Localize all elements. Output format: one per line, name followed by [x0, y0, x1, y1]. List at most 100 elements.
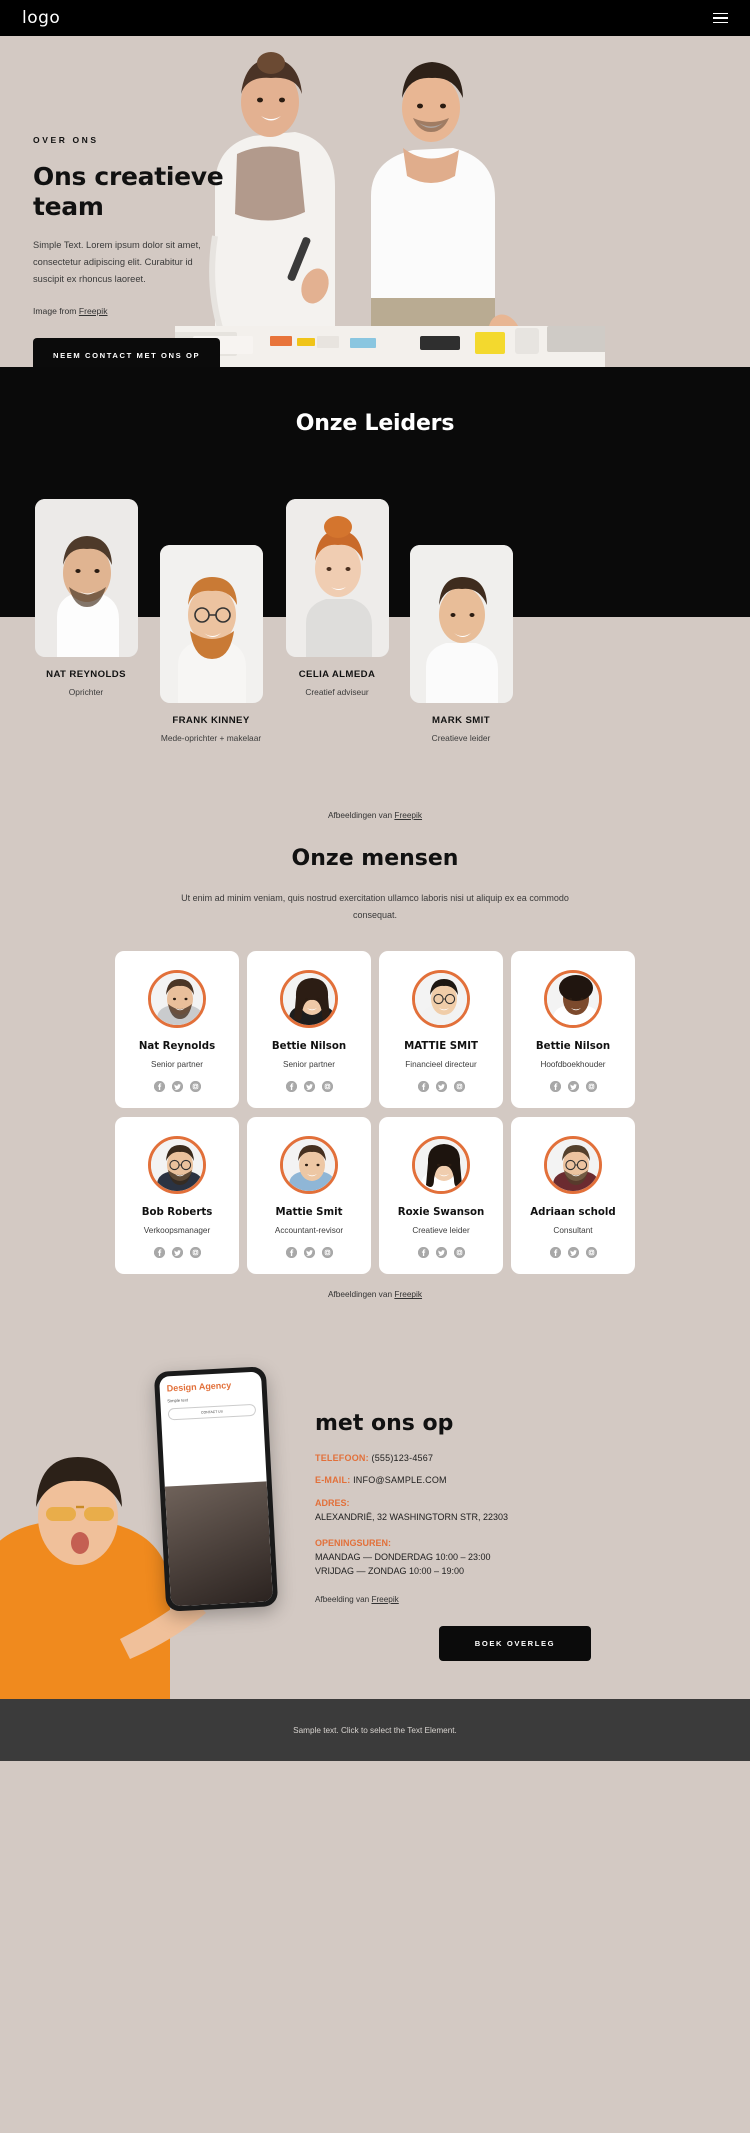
twitter-icon[interactable] — [567, 1247, 579, 1259]
person-card[interactable]: Mattie Smit Accountant-revisor — [247, 1117, 371, 1275]
footer-text[interactable]: Sample text. Click to select the Text El… — [293, 1726, 457, 1735]
instagram-icon[interactable] — [189, 1247, 201, 1259]
contact-copy: met ons op TELEFOON: (555)123-4567 E-MAI… — [315, 1411, 715, 1661]
instagram-icon[interactable] — [453, 1247, 465, 1259]
leaders-credit-link[interactable]: Freepik — [394, 810, 422, 820]
contact-email-value: INFO@SAMPLE.COM — [353, 1475, 447, 1486]
person-avatar — [280, 970, 338, 1029]
leaders-credit-prefix: Afbeeldingen van — [327, 810, 395, 820]
people-credit-link[interactable]: Freepik — [394, 1289, 422, 1299]
hero-copy: OVER ONS Ons creatieve team Simple Text.… — [33, 135, 293, 367]
contact-hours-line-1: MAANDAG — DONDERDAG 10:00 – 23:00 — [315, 1552, 491, 1563]
person-card[interactable]: Bob Roberts Verkoopsmanager — [115, 1117, 239, 1275]
hero-section: OVER ONS Ons creatieve team Simple Text.… — [0, 36, 750, 367]
person-card[interactable]: Bettie Nilson Hoofdboekhouder — [511, 951, 635, 1109]
leader-photo — [409, 545, 513, 703]
person-name: Roxie Swanson — [397, 1207, 485, 1219]
people-title: Onze mensen — [291, 846, 459, 871]
person-avatar — [148, 970, 206, 1029]
people-image-credit: Afbeeldingen van Freepik — [0, 1283, 750, 1299]
twitter-icon[interactable] — [303, 1081, 315, 1093]
facebook-icon[interactable] — [417, 1081, 429, 1093]
hamburger-menu-icon[interactable] — [713, 12, 728, 24]
contact-address-row: ADRES: ALEXANDRIË, 32 WASHINGTORN STR, 2… — [315, 1497, 715, 1525]
person-card[interactable]: Bettie Nilson Senior partner — [247, 951, 371, 1109]
facebook-icon[interactable] — [549, 1081, 561, 1093]
contact-phone-row: TELEFOON: (555)123-4567 — [315, 1453, 715, 1463]
leaders-title: Onze Leiders — [295, 411, 455, 436]
person-name: Mattie Smit — [275, 1207, 343, 1219]
person-card[interactable]: Roxie Swanson Creatieve leider — [379, 1117, 503, 1275]
phone-header: Design Agency Simple text CONTACT US — [159, 1372, 263, 1421]
twitter-icon[interactable] — [171, 1247, 183, 1259]
book-meeting-button[interactable]: BOEK OVERLEG — [439, 1625, 591, 1661]
person-role: Consultant — [553, 1226, 593, 1236]
hero-eyebrow: OVER ONS — [33, 135, 99, 145]
person-avatar — [544, 970, 602, 1029]
facebook-icon[interactable] — [153, 1247, 165, 1259]
person-name: Nat Reynolds — [138, 1041, 216, 1053]
people-credit-prefix: Afbeeldingen van — [327, 1289, 395, 1300]
person-name: Bettie Nilson — [535, 1041, 611, 1053]
leader-photo — [285, 499, 389, 657]
phone-cta-button[interactable]: CONTACT US — [167, 1403, 257, 1421]
person-avatar — [544, 1136, 602, 1195]
person-socials — [123, 1247, 231, 1259]
people-section: Onze mensen Ut enim ad minim veniam, qui… — [0, 802, 750, 1340]
twitter-icon[interactable] — [435, 1247, 447, 1259]
people-grid-row-2: Bob Roberts Verkoopsmanager Mattie Smit … — [0, 1117, 750, 1275]
leader-role: Creatieve leider — [431, 733, 491, 743]
contact-credit-prefix: Afbeelding van — [315, 1594, 372, 1604]
twitter-icon[interactable] — [303, 1247, 315, 1259]
person-name: Bob Roberts — [141, 1207, 213, 1219]
twitter-icon[interactable] — [435, 1081, 447, 1093]
instagram-icon[interactable] — [585, 1081, 597, 1093]
contact-hours-label: OPENINGSUREN: — [315, 1538, 392, 1549]
hero-credit-link[interactable]: Freepik — [79, 306, 108, 316]
twitter-icon[interactable] — [171, 1081, 183, 1093]
contact-address-value: ALEXANDRIË, 32 WASHINGTORN STR, 22303 — [315, 1512, 509, 1523]
person-role: Hoofdboekhouder — [540, 1060, 606, 1070]
person-card[interactable]: Nat Reynolds Senior partner — [115, 951, 239, 1109]
person-role: Verkoopsmanager — [143, 1226, 211, 1236]
phone-screen: Design Agency Simple text CONTACT US — [159, 1371, 273, 1607]
person-avatar — [280, 1136, 338, 1195]
hero-paragraph: Simple Text. Lorem ipsum dolor sit amet,… — [33, 240, 201, 285]
facebook-icon[interactable] — [417, 1247, 429, 1259]
person-name: Adriaan schold — [530, 1207, 616, 1219]
landing-page: logo OVER ONS Ons creatieve team Simple … — [0, 0, 750, 1762]
person-card[interactable]: MATTIE SMIT Financieel directeur — [379, 951, 503, 1109]
twitter-icon[interactable] — [567, 1081, 579, 1093]
contact-cta-button[interactable]: NEEM CONTACT MET ONS OP — [33, 337, 221, 367]
contact-credit-link[interactable]: Freepik — [371, 1595, 398, 1604]
person-socials — [519, 1247, 627, 1259]
instagram-icon[interactable] — [321, 1081, 333, 1093]
person-socials — [387, 1081, 495, 1093]
contact-phone-label: TELEFOON: — [315, 1453, 369, 1464]
hero-credit-prefix: Image from — [33, 305, 79, 316]
leader-name: FRANK KINNEY — [172, 715, 250, 726]
site-logo[interactable]: logo — [22, 8, 60, 28]
phone-mockup: Design Agency Simple text CONTACT US — [153, 1366, 279, 1613]
instagram-icon[interactable] — [453, 1081, 465, 1093]
facebook-icon[interactable] — [153, 1081, 165, 1093]
leader-role: Mede-oprichter + makelaar — [160, 733, 262, 743]
instagram-icon[interactable] — [585, 1247, 597, 1259]
contact-email-label: E-MAIL: — [315, 1475, 351, 1486]
person-avatar — [148, 1136, 206, 1195]
facebook-icon[interactable] — [285, 1081, 297, 1093]
person-avatar — [412, 1136, 470, 1195]
instagram-icon[interactable] — [321, 1247, 333, 1259]
person-role: Senior partner — [283, 1060, 335, 1070]
person-card[interactable]: Adriaan schold Consultant — [511, 1117, 635, 1275]
instagram-icon[interactable] — [189, 1081, 201, 1093]
contact-title: met ons op — [315, 1411, 454, 1437]
hero-title: Ons creatieve team — [33, 162, 224, 221]
contact-phone-value: (555)123-4567 — [371, 1453, 434, 1464]
phone-subtitle: Simple text — [167, 1397, 189, 1404]
facebook-icon[interactable] — [549, 1247, 561, 1259]
people-subtitle: Ut enim ad minim veniam, quis nostrud ex… — [181, 893, 569, 920]
facebook-icon[interactable] — [285, 1247, 297, 1259]
leader-card[interactable]: MARK SMIT Creatieve leider — [385, 545, 537, 743]
phone-title: Design Agency — [166, 1380, 232, 1394]
